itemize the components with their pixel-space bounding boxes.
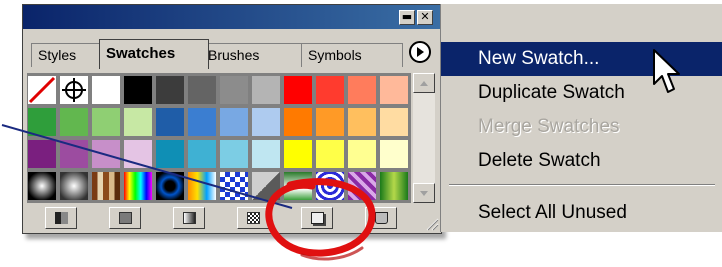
annotation-circle xyxy=(265,178,376,257)
tab-swatches[interactable]: Swatches xyxy=(99,39,209,69)
